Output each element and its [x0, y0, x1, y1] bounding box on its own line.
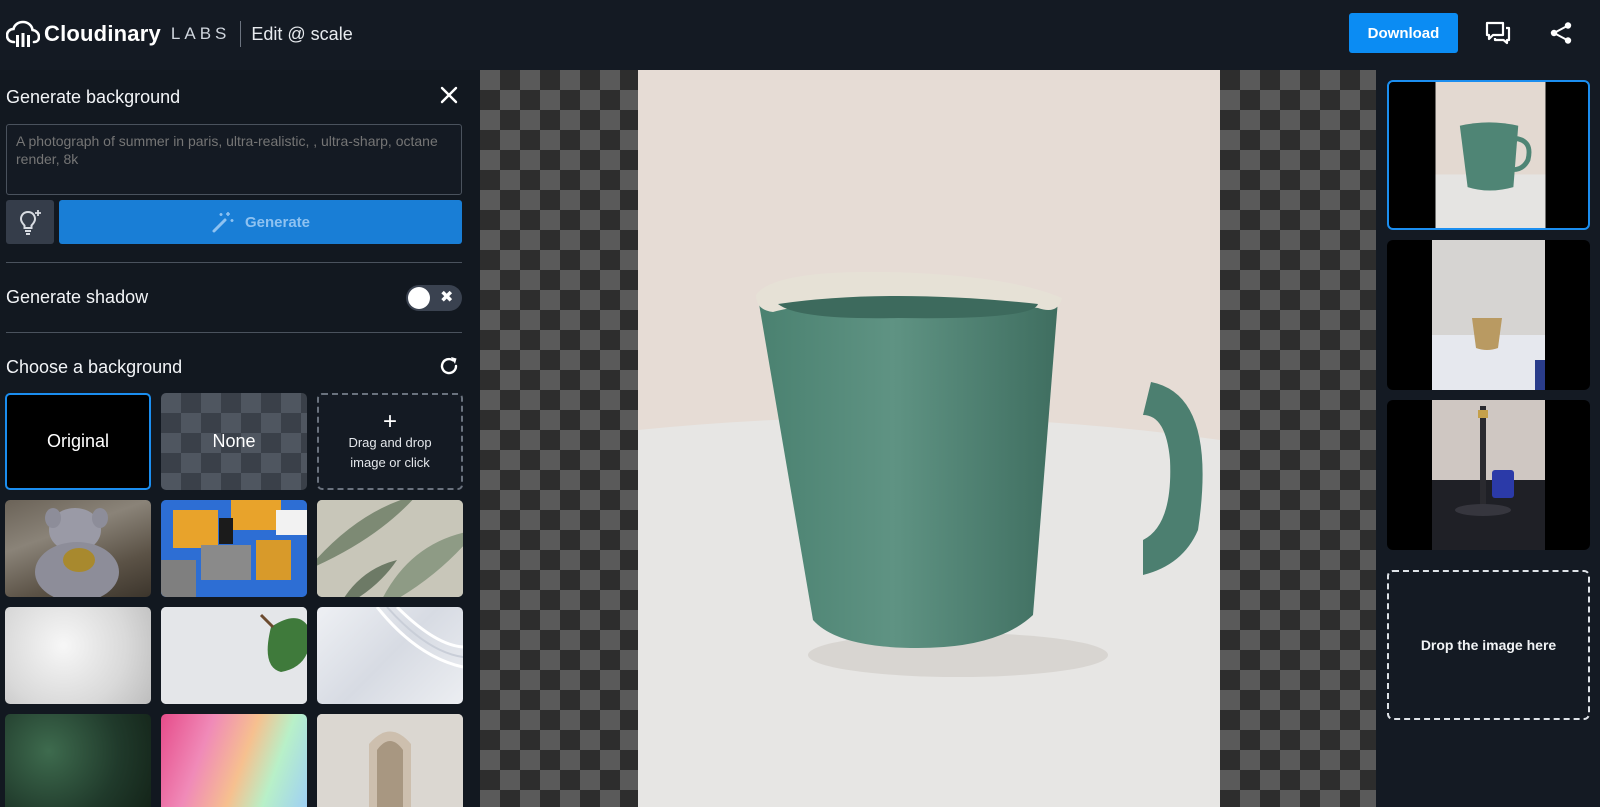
background-upload-dropzone[interactable]: + Drag and drop image or click [317, 393, 463, 490]
background-tile-arch-pedestal[interactable] [317, 714, 463, 807]
upload-label: Drag and drop image or click [348, 434, 432, 470]
monstera-wall-image [161, 607, 307, 704]
download-button[interactable]: Download [1349, 13, 1458, 53]
tropical-leaves-image [317, 500, 463, 597]
prompt-idea-button[interactable] [6, 200, 54, 244]
generate-label: Generate [244, 213, 311, 231]
image-drop-zone[interactable]: Drop the image here [1387, 570, 1590, 720]
arch-pedestal-image [317, 714, 463, 807]
thumbnail-blue-mug-lamp[interactable] [1387, 400, 1590, 550]
blue-mug-lamp-thumbnail [1432, 400, 1545, 550]
image-canvas[interactable] [480, 70, 1376, 807]
edited-photo[interactable] [638, 70, 1220, 807]
shadow-toggle[interactable]: ✖ [406, 285, 462, 311]
choose-background-title: Choose a background [6, 357, 183, 377]
abstract-paint-image [161, 500, 307, 597]
background-tile-monstera-wall[interactable] [161, 607, 307, 704]
generate-background-title: Generate background [6, 87, 181, 107]
right-panel: Drop the image here [1376, 70, 1600, 807]
thumbnail-green-mug[interactable] [1387, 80, 1590, 230]
background-tile-teddy-bear[interactable] [5, 500, 151, 597]
generate-button[interactable]: Generate [59, 200, 462, 244]
background-option-original[interactable]: Original [5, 393, 151, 490]
original-label: Original [46, 431, 110, 451]
background-tile-white-silk[interactable] [5, 607, 151, 704]
share-icon[interactable] [1546, 18, 1576, 48]
green-mug-thumbnail [1435, 82, 1546, 228]
prompt-input[interactable] [6, 124, 462, 195]
thumbnail-tan-cup[interactable] [1387, 240, 1590, 390]
background-tile-rainbow-gradient[interactable] [161, 714, 307, 807]
plus-icon: + [382, 407, 397, 435]
upload-content: + Drag and drop image or click [319, 395, 461, 488]
magic-wand-icon [212, 212, 234, 233]
green-mug-photo [638, 70, 1220, 807]
tan-cup-thumbnail [1432, 240, 1545, 390]
background-tile-tropical-leaves[interactable] [317, 500, 463, 597]
teddy-bear-image [35, 508, 119, 597]
section-divider [6, 262, 462, 263]
refresh-icon[interactable] [437, 354, 461, 378]
chat-icon[interactable] [1483, 18, 1513, 48]
close-icon[interactable] [437, 83, 461, 107]
section-divider [6, 332, 462, 333]
background-tile-white-waves[interactable] [317, 607, 463, 704]
none-label: None [212, 431, 256, 451]
toggle-off-icon: ✖ [440, 289, 454, 306]
background-option-none[interactable]: None [161, 393, 307, 490]
background-tile-green-foliage[interactable] [5, 714, 151, 807]
left-panel: Generate background Generate Generate sh… [0, 0, 480, 807]
white-waves-image [375, 607, 463, 669]
background-tile-abstract-paint[interactable] [161, 500, 307, 597]
lightbulb-sparkle-icon [19, 210, 41, 235]
toggle-knob [408, 287, 430, 309]
generate-shadow-title: Generate shadow [6, 287, 149, 307]
